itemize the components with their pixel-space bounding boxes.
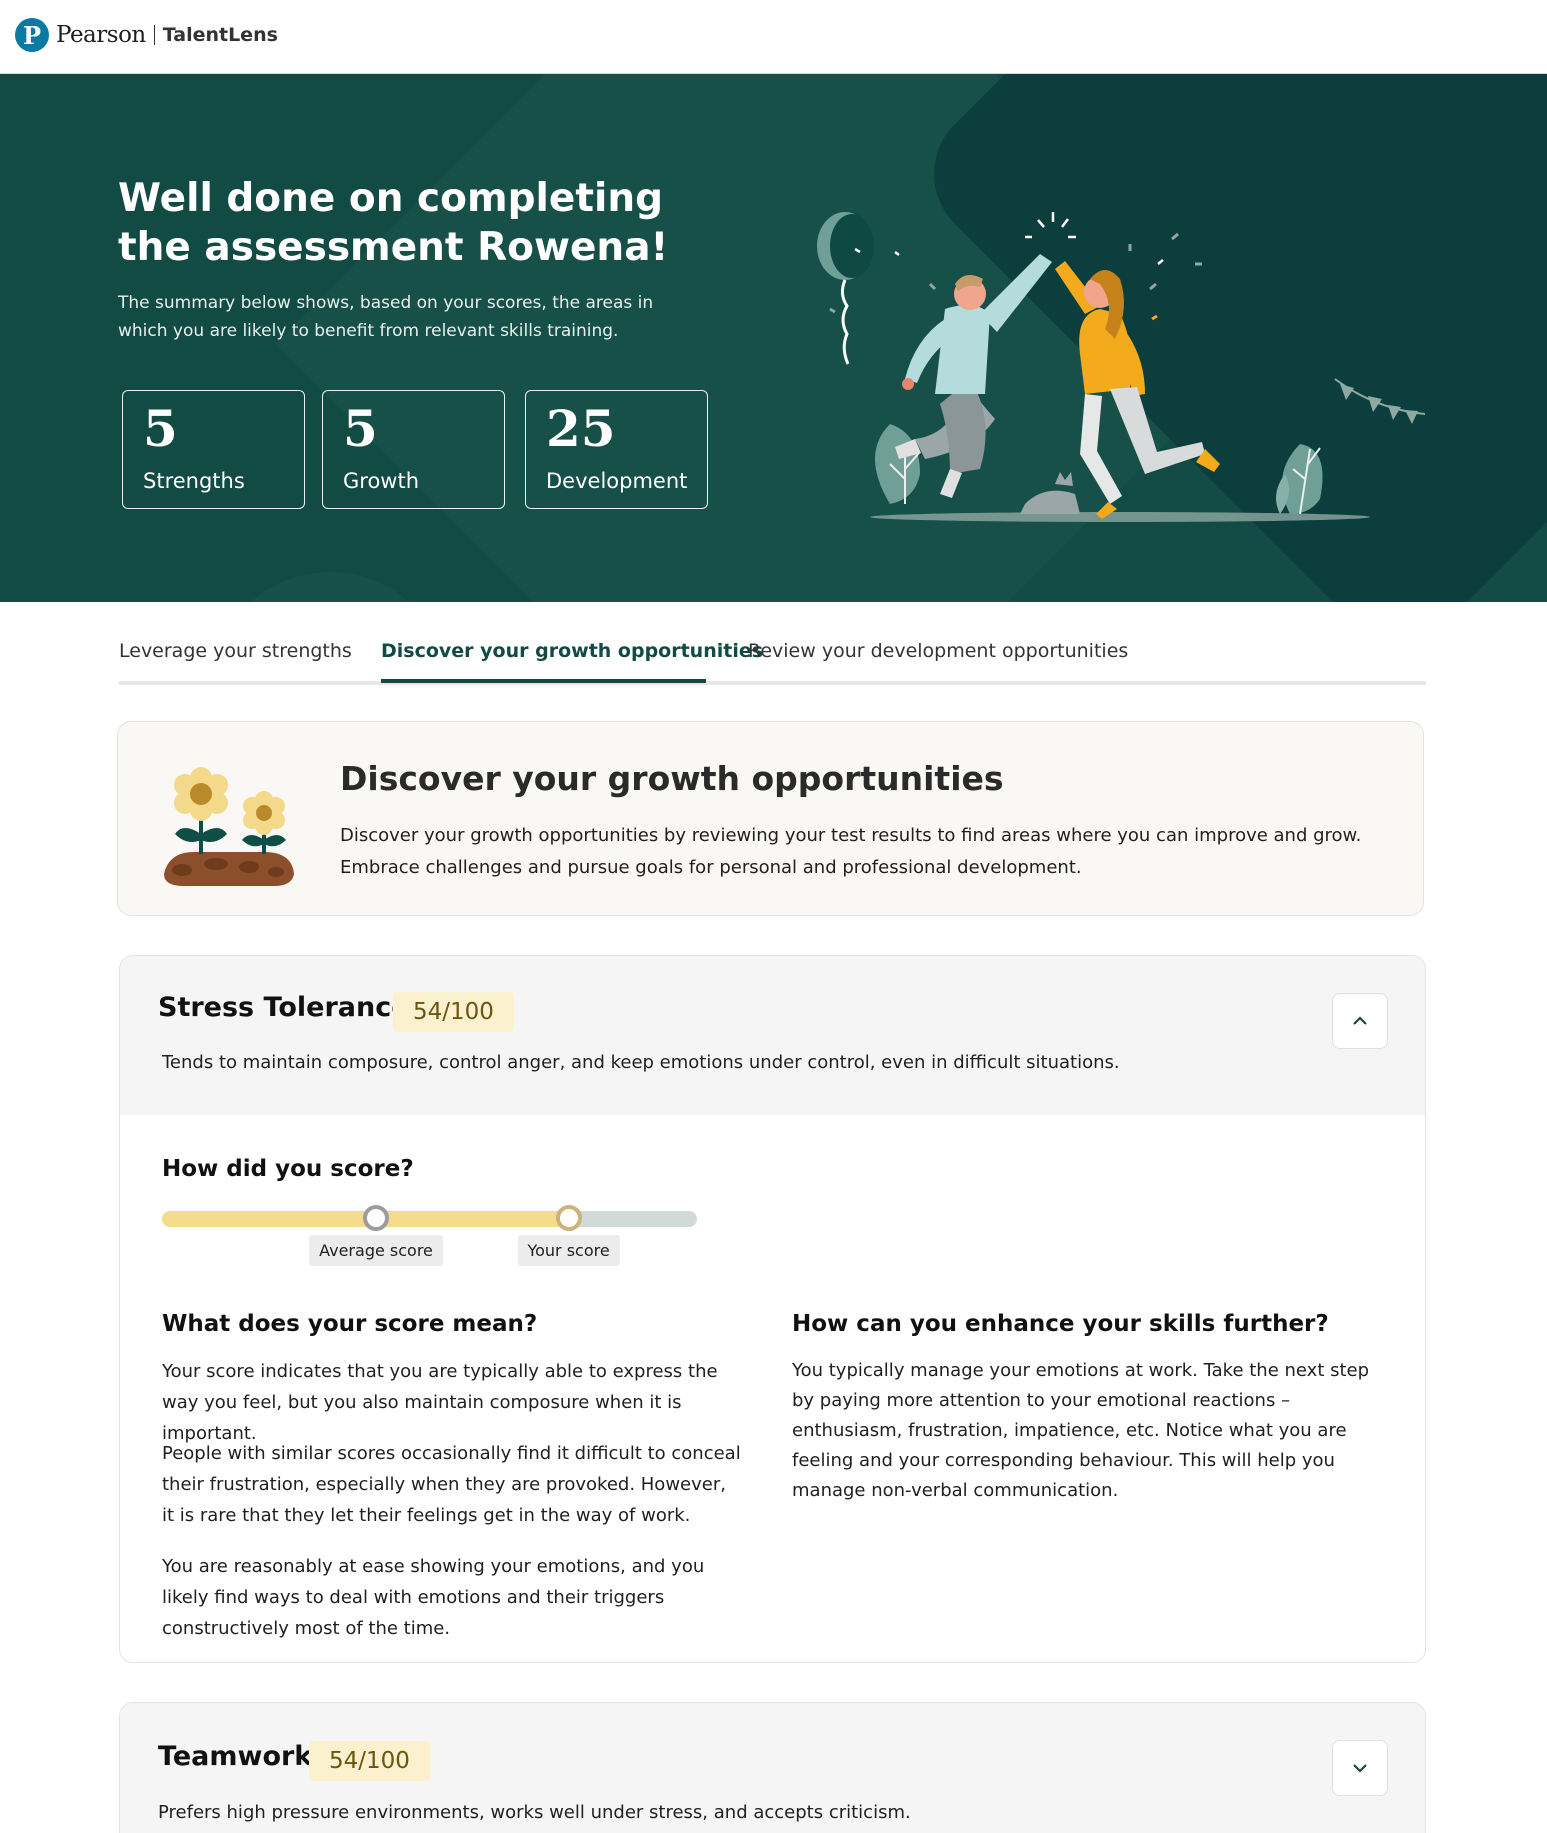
brand-name: Pearson bbox=[56, 22, 146, 48]
average-score-marker bbox=[363, 1205, 389, 1231]
stat-label: Strengths bbox=[143, 469, 245, 493]
tab-growth-opportunities[interactable]: Discover your growth opportunities bbox=[381, 640, 763, 662]
logo-divider bbox=[153, 25, 155, 45]
meaning-paragraph: People with similar scores occasionally … bbox=[162, 1443, 741, 1526]
pearson-logo[interactable]: P Pearson TalentLens bbox=[15, 18, 278, 52]
collapse-toggle-button[interactable] bbox=[1332, 993, 1388, 1049]
stat-development: 25 Development bbox=[525, 390, 708, 509]
trait-card-header[interactable]: Teamwork 54/100 Prefers high pressure en… bbox=[120, 1703, 1425, 1833]
stat-label: Growth bbox=[343, 469, 420, 493]
stat-value: 25 bbox=[546, 399, 616, 458]
intro-title: Discover your growth opportunities bbox=[340, 759, 1004, 798]
average-score-label: Average score bbox=[309, 1235, 443, 1266]
tab-leverage-strengths[interactable]: Leverage your strengths bbox=[119, 640, 352, 662]
tab-development-opportunities[interactable]: Review your development opportunities bbox=[748, 640, 1128, 662]
growth-intro-card: Discover your growth opportunities Disco… bbox=[117, 721, 1424, 916]
stat-growth: 5 Growth bbox=[322, 390, 505, 509]
meaning-paragraph: You are reasonably at ease showing your … bbox=[162, 1556, 705, 1639]
chevron-down-icon bbox=[1353, 1764, 1367, 1773]
active-tab-indicator bbox=[381, 679, 706, 683]
hero-banner: Well done on completing the assessment R… bbox=[0, 74, 1547, 602]
score-heading: How did you score? bbox=[162, 1156, 414, 1182]
top-header: P Pearson TalentLens bbox=[0, 0, 1547, 74]
expand-toggle-button[interactable] bbox=[1332, 1740, 1388, 1796]
trait-description: Prefers high pressure environments, work… bbox=[158, 1802, 911, 1823]
your-score-marker bbox=[555, 1205, 582, 1231]
trait-description: Tends to maintain composure, control ang… bbox=[162, 1052, 1120, 1073]
score-slider bbox=[162, 1205, 697, 1231]
chevron-up-icon bbox=[1353, 1016, 1367, 1025]
flowers-illustration bbox=[164, 767, 294, 886]
hero-title: Well done on completing the assessment R… bbox=[118, 176, 669, 270]
hero-background-circle bbox=[210, 572, 450, 602]
stat-value: 5 bbox=[343, 399, 378, 458]
stat-label: Development bbox=[546, 469, 688, 493]
meaning-paragraph: Your score indicates that you are typica… bbox=[162, 1361, 718, 1444]
your-score-label: Your score bbox=[517, 1235, 620, 1266]
trait-card-header[interactable]: Stress Tolerance 54/100 Tends to maintai… bbox=[120, 956, 1425, 1115]
trait-card-stress-tolerance: Stress Tolerance 54/100 Tends to maintai… bbox=[119, 955, 1426, 1663]
stat-value: 5 bbox=[143, 399, 178, 458]
pearson-logo-icon: P bbox=[15, 18, 49, 52]
score-badge: 54/100 bbox=[309, 1741, 430, 1781]
trait-name: Teamwork bbox=[158, 1741, 313, 1772]
trait-name: Stress Tolerance bbox=[158, 992, 410, 1023]
celebration-illustration bbox=[817, 212, 1426, 522]
hero-subtitle: The summary below shows, based on your s… bbox=[118, 293, 654, 341]
trait-card-teamwork: Teamwork 54/100 Prefers high pressure en… bbox=[119, 1702, 1426, 1833]
stat-strengths: 5 Strengths bbox=[122, 390, 305, 509]
intro-text: Discover your growth opportunities by re… bbox=[340, 825, 1362, 878]
enhance-paragraph: You typically manage your emotions at wo… bbox=[792, 1360, 1370, 1501]
product-name: TalentLens bbox=[162, 24, 278, 46]
score-badge: 54/100 bbox=[393, 992, 514, 1032]
enhance-heading: How can you enhance your skills further? bbox=[792, 1311, 1329, 1337]
meaning-heading: What does your score mean? bbox=[162, 1311, 538, 1337]
section-tabs: Leverage your strengths Discover your gr… bbox=[119, 622, 1426, 685]
